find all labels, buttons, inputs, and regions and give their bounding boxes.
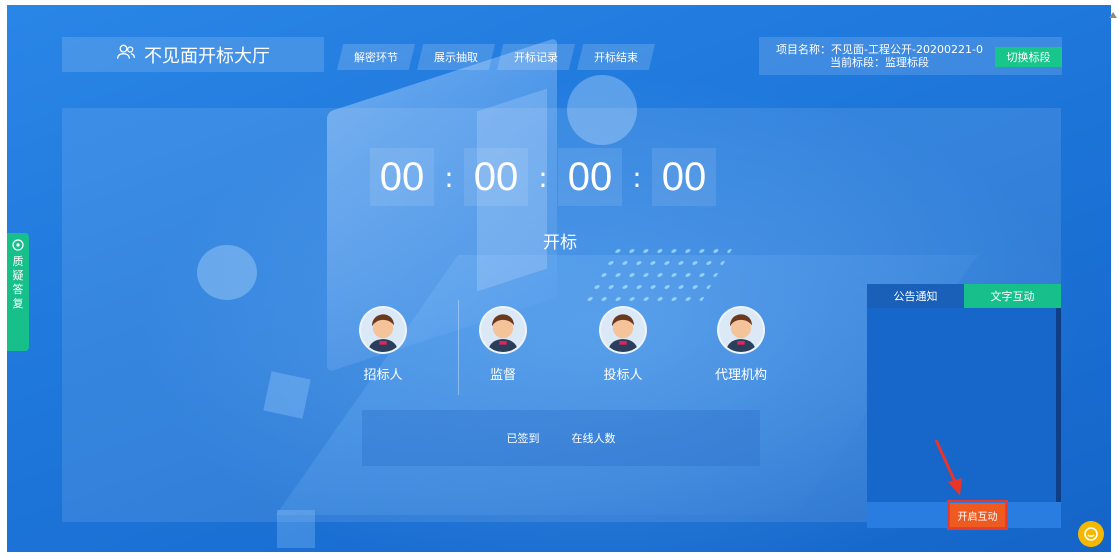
side-tab-char: 答 (12, 283, 24, 296)
red-arrow-icon (934, 439, 962, 496)
avatar (599, 306, 647, 354)
opening-status: 开标 (543, 233, 577, 253)
side-tab-char: 复 (12, 297, 24, 310)
countdown-minutes: 00 (558, 148, 622, 206)
online-count-label: 在线人数 (571, 432, 616, 445)
side-tab-char: 疑 (12, 269, 24, 282)
chat-scrollbar[interactable] (1056, 308, 1061, 502)
open-interaction-button[interactable]: 开启互动 (947, 500, 1008, 530)
tab-decrypt[interactable]: 解密环节 (337, 44, 415, 70)
role-bidder[interactable]: 投标人 (583, 306, 663, 383)
tab-text-chat[interactable]: 文字互动 (964, 284, 1061, 308)
hall-title-box: 不见面开标大厅 (62, 37, 324, 72)
stage-tabs: 解密环节 展示抽取 开标记录 开标结束 (337, 44, 655, 70)
tab-opening-record[interactable]: 开标记录 (497, 44, 575, 70)
users-icon (116, 42, 136, 67)
signed-in-label: 已签到 (506, 432, 540, 445)
side-tab-char: 质 (12, 255, 24, 268)
interaction-tabs: 公告通知 文字互动 (867, 284, 1061, 308)
avatar (359, 306, 407, 354)
switch-section-button[interactable]: 切换标段 (995, 47, 1062, 67)
countdown-separator: : (444, 160, 454, 194)
role-label: 投标人 (603, 368, 643, 383)
countdown-separator: : (632, 160, 642, 194)
page-title: 不见面开标大厅 (144, 45, 270, 67)
attendance-bar: 已签到 在线人数 (362, 410, 760, 466)
countdown-separator: : (538, 160, 548, 194)
role-supervisor[interactable]: 监督 (463, 306, 543, 383)
tab-announcement[interactable]: 公告通知 (867, 284, 964, 308)
scroll-up-icon[interactable] (1108, 10, 1118, 20)
tab-opening-end[interactable]: 开标结束 (577, 44, 655, 70)
countdown-hours: 00 (464, 148, 528, 206)
avatar (479, 306, 527, 354)
qa-side-tab[interactable]: 质 疑 答 复 (7, 233, 29, 351)
role-tenderer[interactable]: 招标人 (343, 306, 423, 383)
role-label: 监督 (489, 368, 516, 383)
countdown-timer: 00 : 00 : 00 : 00 (370, 148, 716, 206)
countdown-days: 00 (370, 148, 434, 206)
project-name: 项目名称：不见面-工程公开-20200221-0 (776, 43, 983, 56)
role-label: 招标人 (363, 368, 403, 383)
current-section: 当前标段：监理标段 (830, 56, 929, 69)
help-circle-icon (12, 239, 24, 254)
role-label: 代理机构 (714, 368, 767, 383)
role-agency[interactable]: 代理机构 (701, 306, 781, 383)
tab-display-draw[interactable]: 展示抽取 (417, 44, 495, 70)
avatar (717, 306, 765, 354)
countdown-seconds: 00 (652, 148, 716, 206)
divider (458, 300, 459, 395)
chat-bubble-icon[interactable] (1078, 521, 1104, 547)
